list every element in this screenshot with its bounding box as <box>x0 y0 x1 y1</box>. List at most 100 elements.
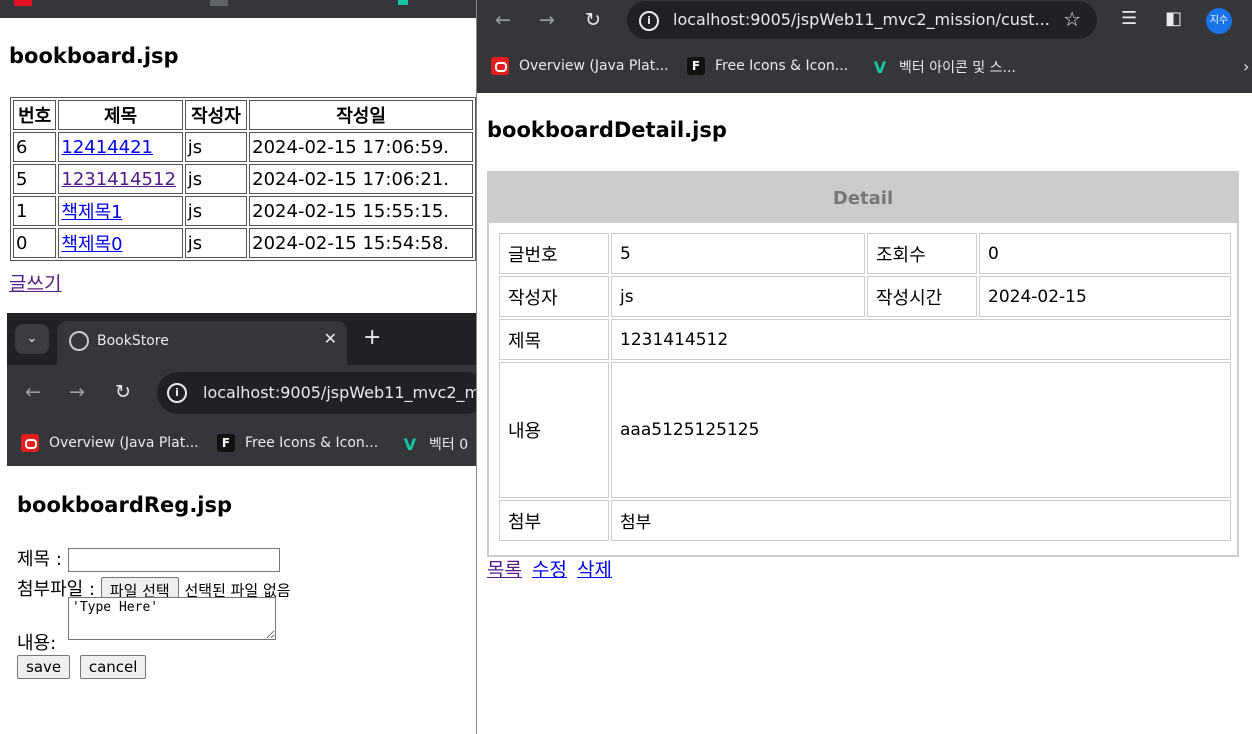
bookmarks-bar: Overview (Java Plat... F Free Icons & Ico… <box>477 42 1252 93</box>
value-views: 0 <box>979 233 1231 274</box>
bookmarks-bar: Overview (Java Plat... F Free Icons & Ico… <box>7 421 476 466</box>
page-title: bookboardReg.jsp <box>17 493 233 517</box>
value-attach: 첨부 <box>611 500 1231 541</box>
detail-table: 글번호 5 조회수 0 작성자 js 작성시간 2024-02-15 제목 12… <box>497 231 1233 543</box>
write-link[interactable]: 글쓰기 <box>9 269 61 296</box>
window-top-strip <box>0 0 476 18</box>
row-number: 6 <box>13 132 57 162</box>
label-attach: 첨부 <box>499 500 609 541</box>
content-row: 내용: 'Type Here' <box>17 597 276 655</box>
label-no: 글번호 <box>499 233 609 274</box>
bookmark-vector[interactable]: V 벡터 아이콘 및 스... <box>871 57 1016 77</box>
bookmark-oracle[interactable]: Overview (Java Plat... <box>491 57 669 75</box>
value-time: 2024-02-15 <box>979 276 1231 317</box>
post-title-link[interactable]: 책제목1 <box>61 202 122 223</box>
table-row: 0 책제목0 js 2024-02-15 15:54:58. <box>13 228 473 258</box>
value-title: 1231414512 <box>611 319 1231 360</box>
tab-bookstore[interactable]: BookStore ✕ <box>57 321 347 365</box>
table-row: 1 책제목1 js 2024-02-15 15:55:15. <box>13 196 473 226</box>
back-icon[interactable]: ← <box>25 381 41 403</box>
address-url: localhost:9005/jspWeb11_mvc2_mi <box>203 383 476 402</box>
side-panel-icon[interactable]: ◧ <box>1165 8 1182 29</box>
page-title: bookboard.jsp <box>9 44 179 68</box>
oracle-icon <box>21 434 39 452</box>
table-row: 6 12414421 js 2024-02-15 17:06:59. <box>13 132 473 162</box>
label-writer: 작성자 <box>499 276 609 317</box>
globe-icon <box>69 331 89 351</box>
row-date: 2024-02-15 15:54:58. <box>249 228 473 258</box>
browser-toolbar: ← → ↻ i localhost:9005/jspWeb11_mvc2_mi <box>7 365 476 421</box>
list-link[interactable]: 목록 <box>487 559 522 581</box>
edit-link[interactable]: 수정 <box>532 559 567 581</box>
label-title: 제목 <box>499 319 609 360</box>
table-row: 글번호 5 조회수 0 <box>499 233 1231 274</box>
table-row: 5 1231414512 js 2024-02-15 17:06:21. <box>13 164 473 194</box>
title-row: 제목 : <box>17 545 280 572</box>
avatar[interactable]: 지수 <box>1206 8 1232 34</box>
tab-title: BookStore <box>97 333 169 349</box>
tab-search-button[interactable]: ⌄ <box>15 324 49 354</box>
row-number: 5 <box>13 164 57 194</box>
cancel-button[interactable]: cancel <box>79 655 147 679</box>
row-number: 0 <box>13 228 57 258</box>
bookmark-star-icon[interactable]: ☆ <box>1063 7 1081 31</box>
column-header: 작성자 <box>184 100 248 130</box>
list-window: bookboard.jsp 번호 제목 작성자 작성일 6 12414421 j… <box>0 0 476 316</box>
vector-icon <box>398 0 408 5</box>
tab-bar: ⌄ BookStore ✕ + <box>7 313 476 365</box>
page-title: bookboardDetail.jsp <box>487 118 727 142</box>
site-info-icon[interactable]: i <box>167 383 187 403</box>
bookmarks-more-icon[interactable]: › <box>1243 57 1249 76</box>
forward-icon[interactable]: → <box>539 9 555 31</box>
button-row: save cancel <box>17 655 150 679</box>
detail-window: ← → ↻ i localhost:9005/jspWeb11_mvc2_mis… <box>476 0 1252 734</box>
oracle-icon <box>491 57 509 75</box>
new-tab-icon[interactable]: + <box>363 325 381 350</box>
flaticon-icon: F <box>217 434 235 452</box>
post-title-link[interactable]: 12414421 <box>61 137 153 158</box>
row-writer: js <box>184 164 248 194</box>
site-info-icon[interactable]: i <box>639 11 659 31</box>
address-bar[interactable]: i localhost:9005/jspWeb11_mvc2_mi <box>157 372 476 414</box>
table-row: 제목 1231414512 <box>499 319 1231 360</box>
delete-link[interactable]: 삭제 <box>577 559 612 581</box>
board-table: 번호 제목 작성자 작성일 6 12414421 js 2024-02-15 1… <box>10 97 476 261</box>
value-content: aaa5125125125 <box>611 362 1231 498</box>
row-date: 2024-02-15 17:06:21. <box>249 164 473 194</box>
table-header-row: 번호 제목 작성자 작성일 <box>13 100 473 130</box>
label-content: 내용 <box>499 362 609 498</box>
content-textarea[interactable]: 'Type Here' <box>68 597 276 640</box>
favicon-icon <box>210 0 228 6</box>
column-header: 제목 <box>58 100 183 130</box>
bookmark-oracle[interactable]: Overview (Java Plat... <box>21 434 199 452</box>
row-writer: js <box>184 132 248 162</box>
detail-panel: Detail 글번호 5 조회수 0 작성자 js 작성시간 2024-02-1… <box>487 171 1239 557</box>
save-button[interactable]: save <box>17 655 71 679</box>
label-time: 작성시간 <box>867 276 977 317</box>
bookmark-flaticon[interactable]: F Free Icons & Icon... <box>687 57 848 75</box>
content-label: 내용: <box>17 633 57 654</box>
column-header: 작성일 <box>249 100 473 130</box>
row-date: 2024-02-15 15:55:15. <box>249 196 473 226</box>
post-title-link[interactable]: 책제목0 <box>61 234 122 255</box>
address-bar[interactable]: i localhost:9005/jspWeb11_mvc2_mission/c… <box>627 1 1097 39</box>
panel-header: Detail <box>489 173 1237 223</box>
bookmark-vector[interactable]: V 벡터 0 <box>401 434 468 454</box>
back-icon[interactable]: ← <box>495 9 511 31</box>
value-writer: js <box>611 276 865 317</box>
reload-icon[interactable]: ↻ <box>115 381 131 403</box>
close-icon[interactable]: ✕ <box>324 329 337 348</box>
table-row: 첨부 첨부 <box>499 500 1231 541</box>
reload-icon[interactable]: ↻ <box>585 9 601 31</box>
value-no: 5 <box>611 233 865 274</box>
forward-icon[interactable]: → <box>69 381 85 403</box>
bookmark-flaticon[interactable]: F Free Icons & Icon... <box>217 434 378 452</box>
vector-icon: V <box>873 58 887 77</box>
title-input[interactable] <box>67 548 280 572</box>
table-row: 작성자 js 작성시간 2024-02-15 <box>499 276 1231 317</box>
browser-toolbar: ← → ↻ i localhost:9005/jspWeb11_mvc2_mis… <box>477 0 1252 42</box>
post-title-link[interactable]: 1231414512 <box>61 169 176 190</box>
address-url: localhost:9005/jspWeb11_mvc2_mission/cus… <box>673 10 1050 29</box>
media-icon[interactable]: ☰ <box>1121 8 1137 29</box>
action-links: 목록 수정 삭제 <box>487 555 616 582</box>
